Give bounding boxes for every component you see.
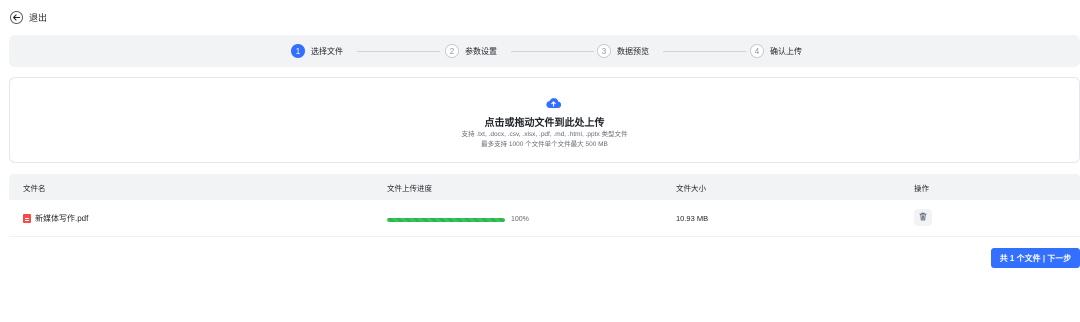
step-label: 选择文件 [311, 46, 343, 56]
file-name: 新媒体写作.pdf [35, 214, 89, 223]
step-1: 1 选择文件 [291, 44, 343, 58]
table-row: 新媒体写作.pdf 100% 10.93 MB [9, 200, 1080, 237]
step-number: 4 [750, 44, 764, 58]
table-header: 文件名 文件上传进度 文件大小 操作 [9, 174, 1080, 200]
step-label: 数据预览 [617, 46, 649, 56]
step-connector [357, 51, 440, 52]
file-name-cell: 新媒体写作.pdf [23, 213, 88, 224]
step-connector [663, 51, 746, 52]
upload-progress-cell: 100% [387, 216, 529, 223]
progress-bar [387, 217, 505, 222]
step-connector [511, 51, 594, 52]
steps-bar: 1 选择文件 2 参数设置 3 数据预览 4 确认上传 [9, 35, 1080, 67]
back-arrow-icon [10, 11, 23, 24]
exit-button[interactable]: 退出 [10, 11, 47, 24]
step-label: 参数设置 [465, 46, 497, 56]
file-size: 10.93 MB [676, 214, 709, 223]
upload-dropzone[interactable]: 点击或拖动文件到此处上传 支持 .txt, .docx, .csv, .xlsx… [9, 77, 1080, 163]
step-3: 3 数据预览 [597, 44, 649, 58]
step-number: 2 [445, 44, 459, 58]
progress-percent: 100% [511, 216, 529, 223]
upload-title: 点击或拖动文件到此处上传 [484, 118, 605, 129]
step-number: 1 [291, 44, 305, 58]
step-4: 4 确认上传 [750, 44, 802, 58]
delete-file-button[interactable] [914, 209, 932, 226]
column-header-filename: 文件名 [23, 184, 46, 193]
trash-icon [919, 212, 927, 223]
next-step-button[interactable]: 共 1 个文件 | 下一步 [991, 248, 1080, 268]
column-header-actions: 操作 [914, 184, 929, 193]
step-number: 3 [597, 44, 611, 58]
step-label: 确认上传 [770, 46, 802, 56]
exit-label: 退出 [29, 13, 48, 23]
cloud-upload-icon [546, 97, 562, 112]
pdf-file-icon [23, 214, 31, 223]
upload-limits: 最多支持 1000 个文件单个文件最大 500 MB [481, 141, 608, 148]
column-header-progress: 文件上传进度 [387, 184, 432, 193]
upload-supported-types: 支持 .txt, .docx, .csv, .xlsx, .pdf, .md, … [461, 131, 628, 138]
column-header-size: 文件大小 [676, 184, 706, 193]
progress-bar-fill [387, 217, 505, 222]
step-2: 2 参数设置 [445, 44, 497, 58]
